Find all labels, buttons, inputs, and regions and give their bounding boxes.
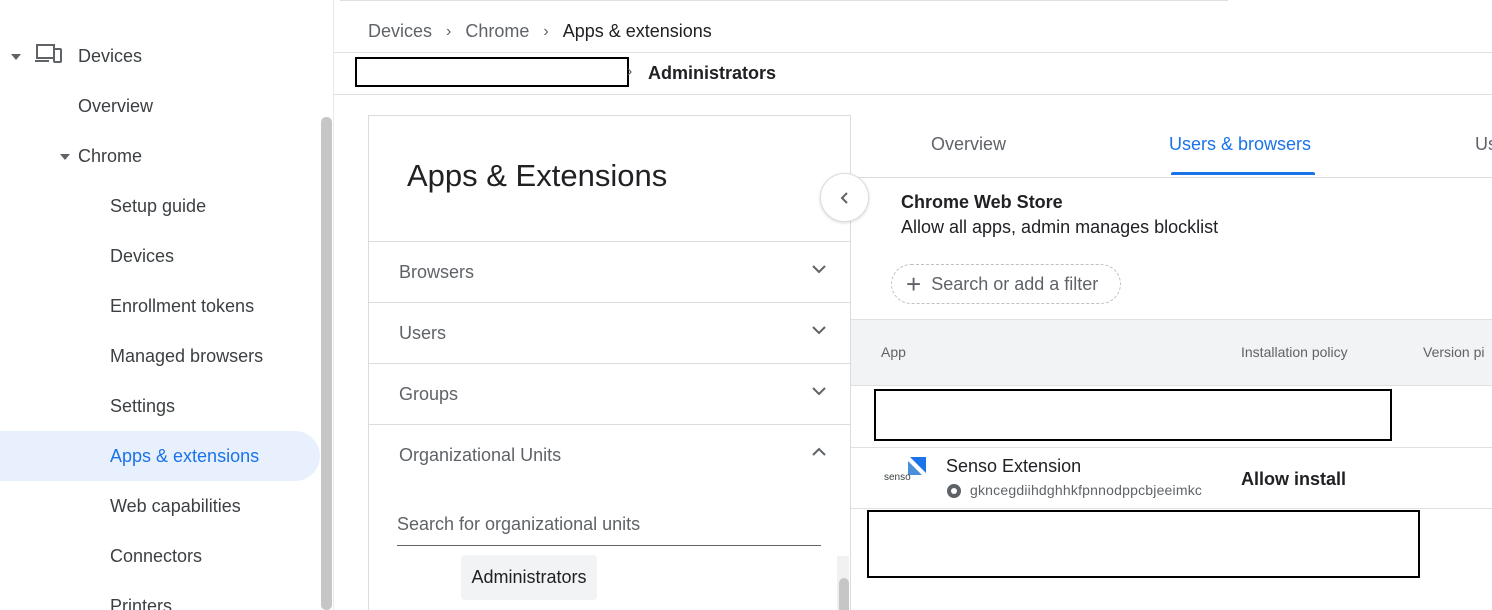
chevron-right-icon: › [627, 63, 633, 80]
sidebar-item-printers[interactable]: Printers [110, 596, 172, 610]
chrome-icon [947, 484, 961, 498]
plus-icon: + [906, 269, 922, 299]
ou-item-selected[interactable]: Administrators [461, 555, 597, 600]
tab-users-browsers[interactable]: Users & browsers [1169, 134, 1311, 155]
section-label: Users [399, 323, 447, 343]
app-name[interactable]: Senso Extension [946, 456, 1081, 477]
sidebar-devices[interactable]: Devices [78, 46, 142, 67]
chevron-right-icon: › [446, 22, 452, 40]
section-users[interactable]: Users [369, 302, 850, 363]
sidebar-item-managed-browsers[interactable]: Managed browsers [110, 346, 263, 367]
app-id: gkncegdiihdghhkfpnnodppcbjeeimkc [970, 482, 1203, 498]
panel-scrollbar[interactable] [839, 578, 849, 610]
org-path-current: Administrators [648, 63, 777, 83]
collapse-panel-button[interactable] [820, 173, 869, 222]
chevron-down-icon [812, 265, 826, 274]
sidebar-item-web-capabilities[interactable]: Web capabilities [110, 496, 241, 517]
column-header-version[interactable]: Version pi [1423, 344, 1484, 360]
devices-expand-caret-icon[interactable] [11, 54, 21, 60]
column-header-installation-policy[interactable]: Installation policy [1241, 344, 1348, 360]
section-label: Organizational Units [399, 445, 562, 465]
chrome-expand-caret-icon[interactable] [60, 154, 70, 160]
top-divider [340, 0, 1228, 1]
chevron-up-icon [812, 447, 826, 456]
devices-icon [35, 44, 62, 63]
chevron-down-icon [812, 387, 826, 396]
section-groups[interactable]: Groups [369, 363, 850, 424]
left-nav: Devices Overview Chrome Setup guide Devi… [0, 0, 334, 610]
breadcrumb-current: Apps & extensions [562, 21, 712, 41]
sidebar-item-settings[interactable]: Settings [110, 396, 175, 417]
panel-title: Apps & Extensions [407, 158, 668, 193]
tabs-divider [851, 177, 1492, 178]
sidebar-item-devices[interactable]: Devices [110, 246, 174, 267]
breadcrumb: Devices › Chrome › Apps & extensions [368, 21, 712, 42]
chevron-right-icon: › [543, 22, 549, 40]
store-subtitle: Allow all apps, admin manages blocklist [901, 217, 1219, 237]
sidebar-item-apps-extensions[interactable]: Apps & extensions [110, 446, 259, 467]
table-header [851, 319, 1492, 386]
row-divider [851, 447, 1492, 448]
table-row-redacted [867, 510, 1420, 578]
filter-label: Search or add a filter [931, 273, 1099, 294]
sidebar-scrollbar[interactable] [321, 117, 332, 610]
table-row-redacted [874, 389, 1392, 441]
sidebar-item-setup-guide[interactable]: Setup guide [110, 196, 206, 217]
row-divider [851, 508, 1492, 509]
install-policy[interactable]: Allow install [1241, 469, 1346, 490]
nav-divider [333, 0, 334, 610]
active-tab-indicator [1171, 172, 1315, 175]
column-header-app[interactable]: App [881, 344, 906, 360]
sidebar-item-connectors[interactable]: Connectors [110, 546, 202, 567]
sidebar-overview[interactable]: Overview [78, 96, 153, 117]
org-panel: Apps & Extensions Browsers Users Groups … [368, 115, 851, 610]
sidebar-chrome[interactable]: Chrome [78, 146, 142, 167]
section-browsers[interactable]: Browsers [369, 241, 850, 302]
ou-search-field[interactable] [397, 514, 821, 546]
sidebar-item-enrollment-tokens[interactable]: Enrollment tokens [110, 296, 254, 317]
bar-divider [334, 94, 1492, 95]
chevron-down-icon [812, 326, 826, 335]
app-icon-label: senso [884, 472, 911, 483]
filter-chip[interactable]: + Search or add a filter [891, 264, 1121, 304]
tab-overview[interactable]: Overview [931, 134, 1006, 155]
ou-search-input[interactable] [397, 514, 821, 535]
section-label: Browsers [399, 262, 475, 282]
section-label: Groups [399, 384, 459, 404]
tab-truncated[interactable]: Us [1475, 134, 1492, 155]
bar-divider [334, 52, 1492, 53]
org-path-redacted [355, 57, 629, 87]
store-title: Chrome Web Store [901, 192, 1063, 212]
chevron-left-icon [840, 191, 848, 204]
breadcrumb-devices[interactable]: Devices [368, 21, 432, 42]
breadcrumb-chrome[interactable]: Chrome [465, 21, 529, 42]
